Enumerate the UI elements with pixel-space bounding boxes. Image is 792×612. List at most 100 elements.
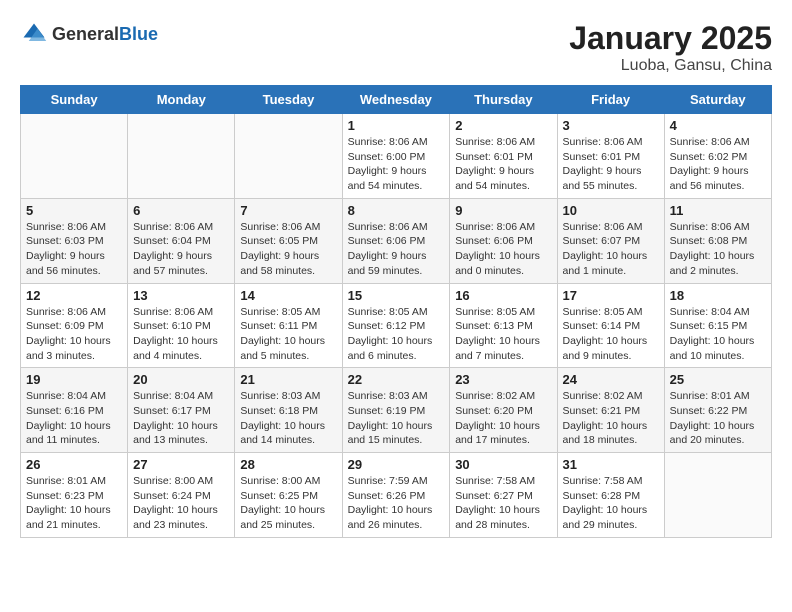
day-detail: Sunrise: 8:04 AMSunset: 6:17 PMDaylight:… <box>133 389 229 448</box>
day-detail: Sunrise: 8:02 AMSunset: 6:21 PMDaylight:… <box>563 389 659 448</box>
day-number: 26 <box>26 457 122 472</box>
day-detail: Sunrise: 8:00 AMSunset: 6:24 PMDaylight:… <box>133 474 229 533</box>
day-detail: Sunrise: 8:02 AMSunset: 6:20 PMDaylight:… <box>455 389 551 448</box>
calendar-week-row: 5Sunrise: 8:06 AMSunset: 6:03 PMDaylight… <box>21 198 772 283</box>
header-sunday: Sunday <box>21 86 128 114</box>
table-row: 30 Sunrise: 7:58 AMSunset: 6:27 PMDayligh… <box>450 453 557 538</box>
day-number: 27 <box>133 457 229 472</box>
day-number: 4 <box>670 118 766 133</box>
calendar-header-row: Sunday Monday Tuesday Wednesday Thursday… <box>21 86 772 114</box>
table-row: 18 Sunrise: 8:04 AMSunset: 6:15 PMDayligh… <box>664 283 771 368</box>
day-detail: Sunrise: 8:01 AMSunset: 6:22 PMDaylight:… <box>670 389 766 448</box>
day-number: 17 <box>563 288 659 303</box>
day-detail: Sunrise: 8:03 AMSunset: 6:18 PMDaylight:… <box>240 389 336 448</box>
table-row: 3 Sunrise: 8:06 AMSunset: 6:01 PMDaylight… <box>557 114 664 199</box>
table-row: 13 Sunrise: 8:06 AMSunset: 6:10 PMDayligh… <box>128 283 235 368</box>
day-detail: Sunrise: 8:05 AMSunset: 6:14 PMDaylight:… <box>563 305 659 364</box>
table-row: 21 Sunrise: 8:03 AMSunset: 6:18 PMDayligh… <box>235 368 342 453</box>
logo: GeneralBlue <box>20 20 158 48</box>
table-row: 27 Sunrise: 8:00 AMSunset: 6:24 PMDayligh… <box>128 453 235 538</box>
day-number: 22 <box>348 372 445 387</box>
table-row: 14 Sunrise: 8:05 AMSunset: 6:11 PMDayligh… <box>235 283 342 368</box>
header-saturday: Saturday <box>664 86 771 114</box>
table-row: 9 Sunrise: 8:06 AMSunset: 6:06 PMDaylight… <box>450 198 557 283</box>
table-row: 24 Sunrise: 8:02 AMSunset: 6:21 PMDayligh… <box>557 368 664 453</box>
day-number: 31 <box>563 457 659 472</box>
day-number: 9 <box>455 203 551 218</box>
table-row: 1 Sunrise: 8:06 AMSunset: 6:00 PMDaylight… <box>342 114 450 199</box>
day-number: 21 <box>240 372 336 387</box>
title-block: January 2025 Luoba, Gansu, China <box>569 20 772 75</box>
header-monday: Monday <box>128 86 235 114</box>
day-detail: Sunrise: 8:05 AMSunset: 6:13 PMDaylight:… <box>455 305 551 364</box>
table-row: 16 Sunrise: 8:05 AMSunset: 6:13 PMDayligh… <box>450 283 557 368</box>
table-row <box>235 114 342 199</box>
calendar-week-row: 1 Sunrise: 8:06 AMSunset: 6:00 PMDaylight… <box>21 114 772 199</box>
day-detail: Sunrise: 8:01 AMSunset: 6:23 PMDaylight:… <box>26 474 122 533</box>
day-number: 2 <box>455 118 551 133</box>
day-detail: Sunrise: 8:05 AMSunset: 6:11 PMDaylight:… <box>240 305 336 364</box>
day-detail: Sunrise: 8:06 AMSunset: 6:04 PMDaylight:… <box>133 220 229 279</box>
month-title: January 2025 <box>569 20 772 57</box>
header-wednesday: Wednesday <box>342 86 450 114</box>
day-detail: Sunrise: 8:00 AMSunset: 6:25 PMDaylight:… <box>240 474 336 533</box>
table-row: 7Sunrise: 8:06 AMSunset: 6:05 PMDaylight… <box>235 198 342 283</box>
day-detail: Sunrise: 7:59 AMSunset: 6:26 PMDaylight:… <box>348 474 445 533</box>
page-header: GeneralBlue January 2025 Luoba, Gansu, C… <box>20 20 772 75</box>
day-detail: Sunrise: 8:06 AMSunset: 6:01 PMDaylight:… <box>563 135 659 194</box>
day-detail: Sunrise: 8:06 AMSunset: 6:06 PMDaylight:… <box>348 220 445 279</box>
table-row: 2Sunrise: 8:06 AMSunset: 6:01 PMDaylight… <box>450 114 557 199</box>
day-number: 30 <box>455 457 551 472</box>
day-detail: Sunrise: 8:06 AMSunset: 6:06 PMDaylight:… <box>455 220 551 279</box>
day-number: 6 <box>133 203 229 218</box>
day-number: 13 <box>133 288 229 303</box>
header-friday: Friday <box>557 86 664 114</box>
location-title: Luoba, Gansu, China <box>569 57 772 75</box>
table-row: 23 Sunrise: 8:02 AMSunset: 6:20 PMDayligh… <box>450 368 557 453</box>
logo-blue-text: Blue <box>119 24 158 44</box>
day-number: 5 <box>26 203 122 218</box>
day-number: 25 <box>670 372 766 387</box>
day-number: 29 <box>348 457 445 472</box>
day-number: 24 <box>563 372 659 387</box>
day-number: 28 <box>240 457 336 472</box>
calendar-week-row: 19Sunrise: 8:04 AMSunset: 6:16 PMDayligh… <box>21 368 772 453</box>
table-row: 17 Sunrise: 8:05 AMSunset: 6:14 PMDayligh… <box>557 283 664 368</box>
day-detail: Sunrise: 8:04 AMSunset: 6:15 PMDaylight:… <box>670 305 766 364</box>
day-detail: Sunrise: 8:06 AMSunset: 6:05 PMDaylight:… <box>240 220 336 279</box>
day-detail: Sunrise: 8:06 AMSunset: 6:09 PMDaylight:… <box>26 305 122 364</box>
day-detail: Sunrise: 8:06 AMSunset: 6:08 PMDaylight:… <box>670 220 766 279</box>
header-tuesday: Tuesday <box>235 86 342 114</box>
day-number: 12 <box>26 288 122 303</box>
day-number: 11 <box>670 203 766 218</box>
day-number: 3 <box>563 118 659 133</box>
day-number: 20 <box>133 372 229 387</box>
day-number: 18 <box>670 288 766 303</box>
header-thursday: Thursday <box>450 86 557 114</box>
day-number: 23 <box>455 372 551 387</box>
table-row: 5Sunrise: 8:06 AMSunset: 6:03 PMDaylight… <box>21 198 128 283</box>
day-detail: Sunrise: 8:06 AMSunset: 6:10 PMDaylight:… <box>133 305 229 364</box>
logo-general-text: General <box>52 24 119 44</box>
day-number: 10 <box>563 203 659 218</box>
table-row: 29 Sunrise: 7:59 AMSunset: 6:26 PMDayligh… <box>342 453 450 538</box>
table-row: 19Sunrise: 8:04 AMSunset: 6:16 PMDayligh… <box>21 368 128 453</box>
day-detail: Sunrise: 7:58 AMSunset: 6:28 PMDaylight:… <box>563 474 659 533</box>
day-detail: Sunrise: 8:04 AMSunset: 6:16 PMDaylight:… <box>26 389 122 448</box>
day-detail: Sunrise: 7:58 AMSunset: 6:27 PMDaylight:… <box>455 474 551 533</box>
table-row: 31 Sunrise: 7:58 AMSunset: 6:28 PMDayligh… <box>557 453 664 538</box>
table-row: 25 Sunrise: 8:01 AMSunset: 6:22 PMDayligh… <box>664 368 771 453</box>
table-row: 12 Sunrise: 8:06 AMSunset: 6:09 PMDayligh… <box>21 283 128 368</box>
day-detail: Sunrise: 8:03 AMSunset: 6:19 PMDaylight:… <box>348 389 445 448</box>
day-number: 15 <box>348 288 445 303</box>
table-row: 15Sunrise: 8:05 AMSunset: 6:12 PMDayligh… <box>342 283 450 368</box>
calendar-table: Sunday Monday Tuesday Wednesday Thursday… <box>20 85 772 538</box>
day-detail: Sunrise: 8:06 AMSunset: 6:00 PMDaylight:… <box>348 135 445 194</box>
table-row: 8 Sunrise: 8:06 AMSunset: 6:06 PMDaylight… <box>342 198 450 283</box>
day-number: 1 <box>348 118 445 133</box>
day-number: 8 <box>348 203 445 218</box>
day-number: 16 <box>455 288 551 303</box>
day-number: 14 <box>240 288 336 303</box>
table-row: 6 Sunrise: 8:06 AMSunset: 6:04 PMDaylight… <box>128 198 235 283</box>
calendar-week-row: 12 Sunrise: 8:06 AMSunset: 6:09 PMDayligh… <box>21 283 772 368</box>
